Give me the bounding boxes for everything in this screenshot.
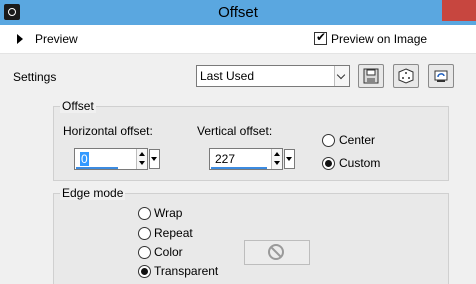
dice-icon (398, 68, 414, 84)
randomize-button[interactable] (393, 64, 419, 88)
horizontal-offset-underline (76, 167, 118, 169)
reset-icon (434, 70, 448, 82)
title-bar: Offset (0, 0, 476, 25)
vertical-offset-spinner[interactable] (271, 149, 282, 169)
no-color-icon (268, 244, 284, 260)
expand-arrow-icon[interactable] (17, 34, 23, 44)
vertical-offset-label: Vertical offset: (197, 124, 273, 138)
center-radio[interactable] (322, 134, 335, 147)
custom-radio[interactable] (322, 157, 335, 170)
repeat-radio-label[interactable]: Repeat (154, 226, 193, 240)
color-radio[interactable] (138, 246, 151, 259)
vertical-offset-dropdown[interactable] (284, 149, 295, 169)
vertical-offset-value: 227 (215, 152, 236, 166)
preset-dropdown[interactable]: Last Used (196, 65, 350, 87)
radio-selected-dot (141, 268, 148, 275)
horizontal-offset-spinner[interactable] (136, 149, 147, 169)
edge-color-swatch[interactable] (244, 240, 310, 265)
transparent-radio[interactable] (138, 265, 151, 278)
spin-down-icon[interactable] (137, 159, 147, 169)
transparent-radio-label[interactable]: Transparent (154, 264, 218, 278)
custom-radio-label[interactable]: Custom (339, 156, 380, 170)
chevron-down-icon[interactable] (334, 66, 349, 86)
window-title: Offset (218, 4, 258, 21)
close-button[interactable] (442, 0, 476, 21)
repeat-radio[interactable] (138, 227, 151, 240)
horizontal-offset-label: Horizontal offset: (63, 124, 153, 138)
reset-button[interactable] (428, 64, 454, 88)
wrap-radio[interactable] (138, 207, 151, 220)
horizontal-offset-value: 0 (80, 152, 89, 166)
checkmark-icon: ✔ (316, 30, 327, 44)
preview-on-image-checkbox[interactable]: ✔ (314, 30, 327, 45)
preview-label[interactable]: Preview (35, 32, 78, 46)
spin-down-icon[interactable] (272, 159, 282, 169)
preview-on-image-label[interactable]: Preview on Image (331, 32, 427, 46)
edge-mode-group-label: Edge mode (60, 186, 126, 200)
vertical-offset-underline (211, 167, 267, 169)
save-preset-button[interactable] (358, 64, 384, 88)
save-icon (363, 68, 379, 84)
wrap-radio-label[interactable]: Wrap (154, 206, 182, 220)
settings-label: Settings (13, 70, 57, 84)
edge-mode-group (53, 193, 449, 284)
preset-value: Last Used (200, 69, 255, 83)
preview-bar: Preview ✔ Preview on Image (0, 25, 476, 54)
offset-group-label: Offset (60, 99, 96, 113)
color-radio-label[interactable]: Color (154, 245, 183, 259)
radio-selected-dot (325, 160, 332, 167)
center-radio-label[interactable]: Center (339, 133, 375, 147)
horizontal-offset-dropdown[interactable] (149, 149, 160, 169)
